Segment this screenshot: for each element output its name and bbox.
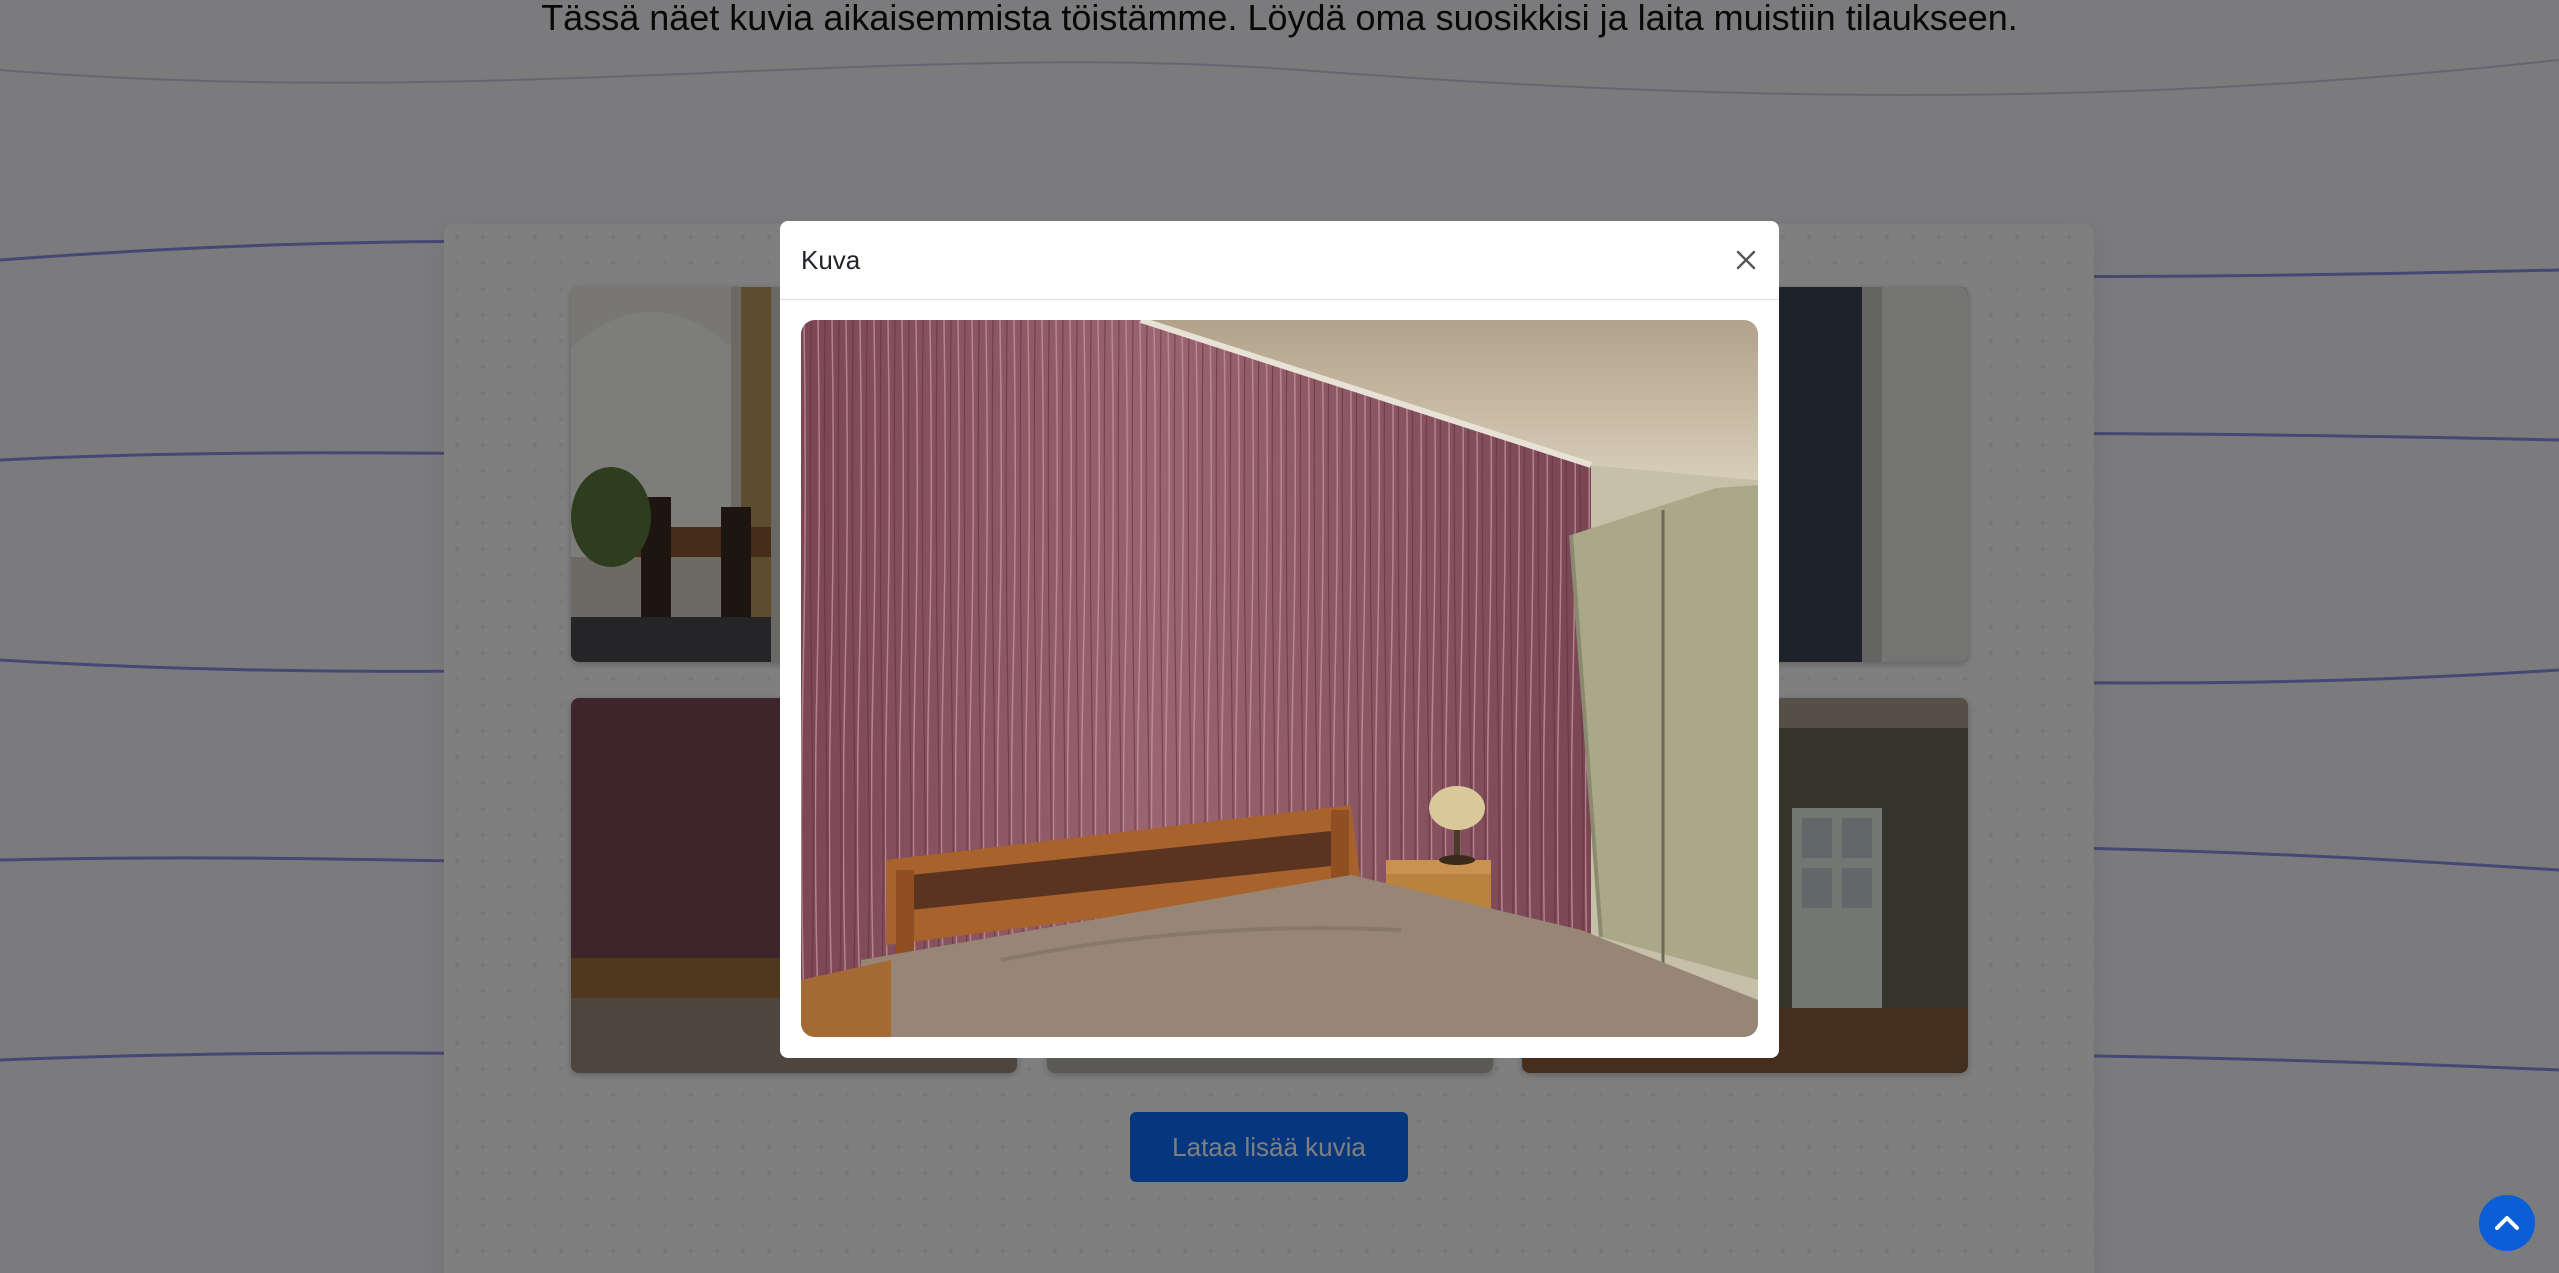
modal-image-bedroom — [801, 320, 1758, 1037]
close-icon — [1736, 250, 1756, 270]
image-modal: Kuva — [780, 221, 1779, 1058]
page: Tässä näet kuvia aikaisemmista töistämme… — [0, 0, 2559, 1273]
modal-header: Kuva — [780, 221, 1779, 300]
modal-close-button[interactable] — [1725, 239, 1767, 281]
modal-title: Kuva — [801, 245, 861, 275]
chevron-up-icon — [2479, 1195, 2535, 1251]
scroll-to-top-button[interactable] — [2479, 1195, 2535, 1251]
